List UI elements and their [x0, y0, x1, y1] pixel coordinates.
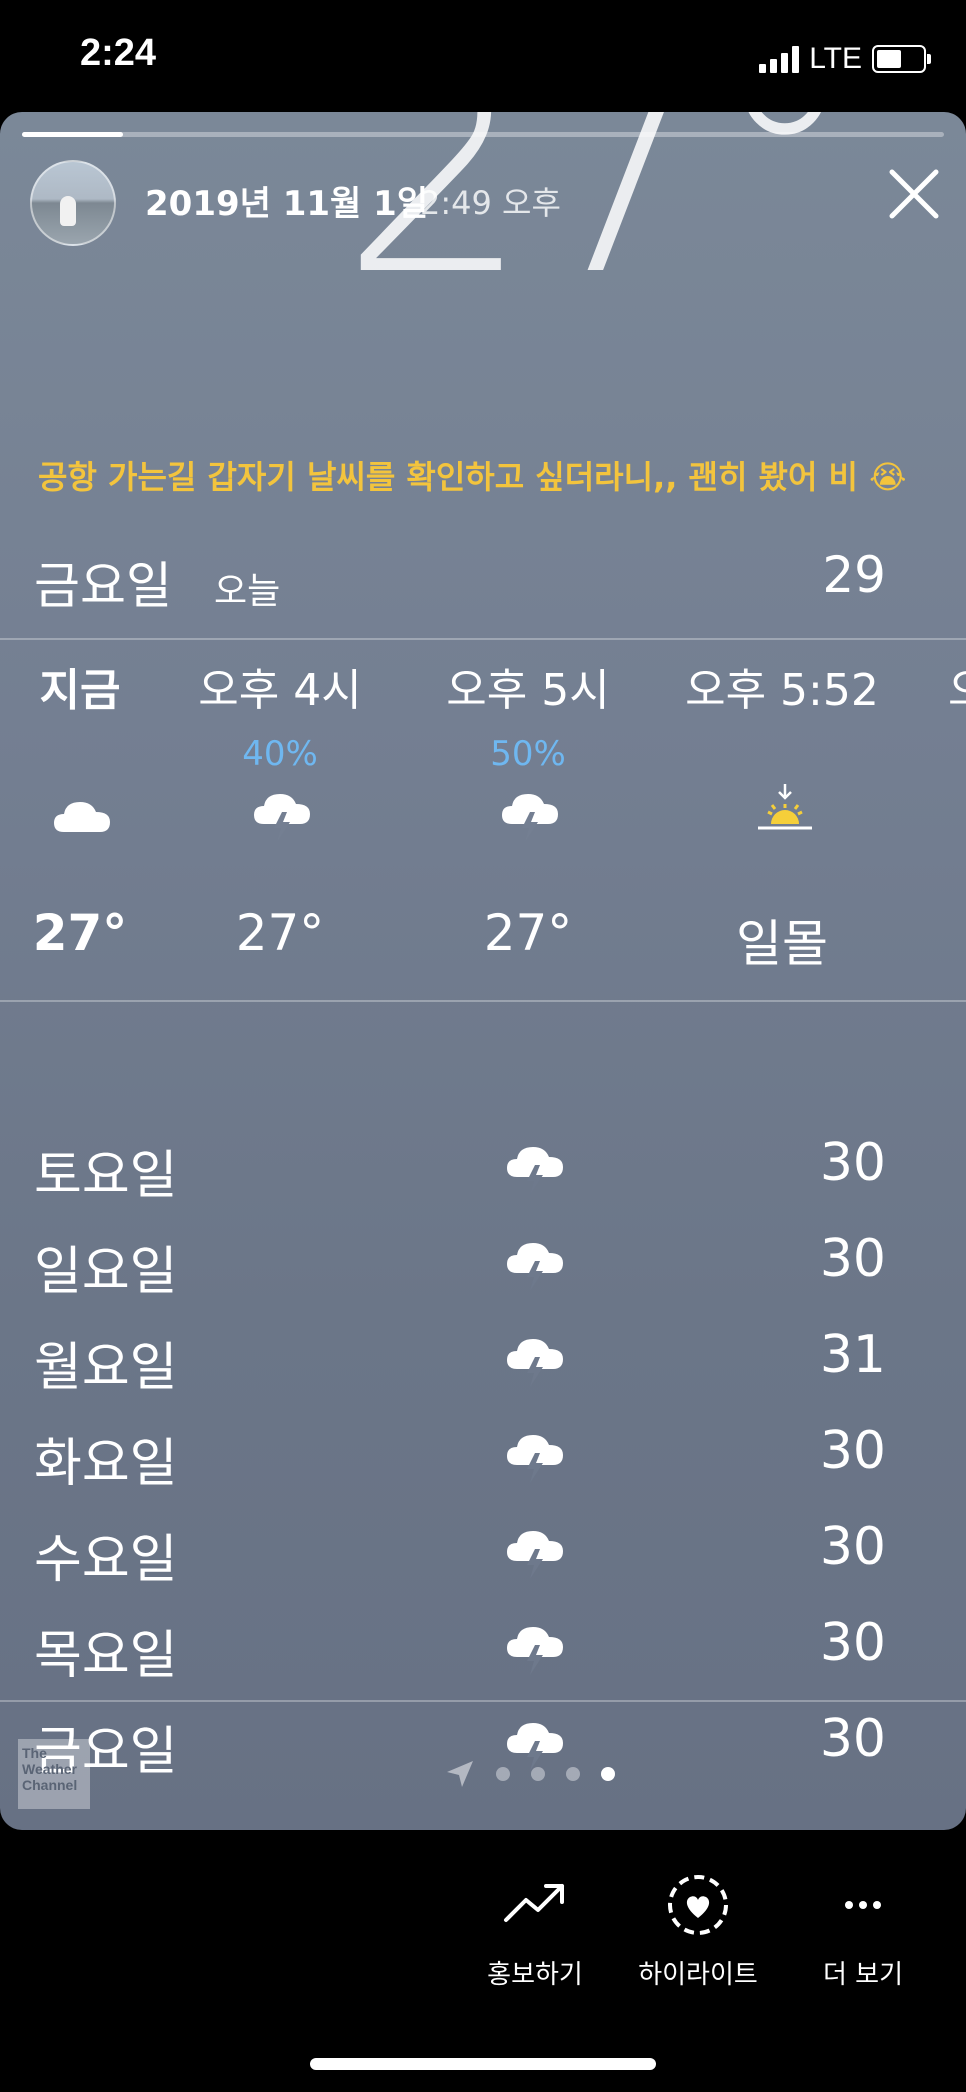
- today-day: 금요일: [34, 557, 172, 615]
- cloud-icon: [54, 802, 110, 832]
- page-dot: [496, 1767, 510, 1781]
- network-type: LTE: [809, 42, 862, 75]
- page-dot: [531, 1767, 545, 1781]
- close-icon[interactable]: [884, 164, 944, 224]
- daily-high: 30: [819, 1133, 886, 1193]
- home-indicator[interactable]: [310, 2058, 656, 2070]
- daily-day: 일요일: [34, 1242, 178, 1302]
- thunderstorm-icon: [507, 1531, 563, 1579]
- weather-footer: The Weather Channel: [0, 1707, 966, 1830]
- highlight-label: 하이라이트: [638, 1960, 758, 1990]
- daily-day: 수요일: [34, 1530, 178, 1590]
- weather-channel-logo[interactable]: The Weather Channel: [18, 1739, 90, 1809]
- page-indicator[interactable]: [445, 1759, 615, 1789]
- daily-high: 30: [819, 1421, 886, 1481]
- thunderstorm-icon: [502, 794, 558, 842]
- story-progress-bar: [22, 132, 944, 137]
- story-time: 2:49 오후: [420, 184, 561, 222]
- daily-day: 월요일: [34, 1338, 178, 1398]
- today-row: 금요일 오늘 29: [0, 532, 966, 632]
- divider: [0, 1700, 966, 1702]
- divider: [0, 1000, 966, 1002]
- sunset-icon: [758, 784, 812, 830]
- trend-up-icon: [504, 1884, 564, 1922]
- hourly-time: 오후 5시: [446, 665, 610, 716]
- signal-icon: [759, 45, 800, 73]
- daily-row: 수요일 30: [0, 1501, 966, 1597]
- more-button[interactable]: 더 보기: [778, 1870, 948, 1991]
- hourly-temp: 27°: [483, 904, 573, 962]
- thunderstorm-icon: [507, 1627, 563, 1675]
- story-date: 2019년 11월 1일: [145, 184, 429, 224]
- daily-high: 31: [819, 1325, 886, 1385]
- location-arrow-icon: [447, 1761, 473, 1787]
- more-label: 더 보기: [822, 1960, 904, 1990]
- thunderstorm-icon: [507, 1147, 563, 1195]
- more-icon: [845, 1901, 881, 1909]
- heart-circle-icon: [668, 1875, 728, 1935]
- status-time: 2:24: [80, 32, 157, 74]
- thunderstorm-icon: [254, 794, 310, 842]
- hourly-time: 오후 5:52: [685, 665, 879, 716]
- precip-probability: 40%: [242, 734, 318, 774]
- daily-row: 일요일 30: [0, 1213, 966, 1309]
- precip-probability: 50%: [490, 734, 566, 774]
- daily-high: 30: [819, 1229, 886, 1289]
- daily-day: 목요일: [34, 1626, 178, 1686]
- page-dot-active: [601, 1767, 615, 1781]
- highlight-button[interactable]: 하이라이트: [613, 1870, 783, 1991]
- story-caption: 공항 가는길 갑자기 날씨를 확인하고 싶더라니,, 괜히 봤어 비 😭: [38, 458, 907, 496]
- story-card[interactable]: 27° 2019년 11월 1일 2:49 오후 공항 가는길 갑자기 날씨를 …: [0, 112, 966, 1830]
- promote-button[interactable]: 홍보하기: [450, 1870, 620, 1991]
- today-label: 오늘: [214, 571, 281, 612]
- battery-icon: [872, 45, 931, 73]
- thunderstorm-icon: [507, 1243, 563, 1291]
- daily-row: 토요일 30: [0, 1117, 966, 1213]
- daily-row: 화요일 30: [0, 1405, 966, 1501]
- hourly-time: 오후 4시: [198, 665, 362, 716]
- promote-label: 홍보하기: [487, 1960, 583, 1990]
- hourly-forecast[interactable]: 지금 27° 오후 4시 40% 27° 오후 5시 50% 27° 오후 5:…: [0, 632, 966, 1112]
- background-temperature: 27°: [340, 112, 860, 341]
- daily-day: 토요일: [34, 1146, 178, 1206]
- today-high: 29: [822, 546, 886, 604]
- status-indicators: LTE: [759, 42, 931, 76]
- thunderstorm-icon: [507, 1435, 563, 1483]
- story-progress-fill: [22, 132, 124, 137]
- page-dot: [566, 1767, 580, 1781]
- hourly-temp: 27°: [235, 904, 325, 962]
- daily-day: 화요일: [34, 1434, 178, 1494]
- daily-high: 30: [819, 1613, 886, 1673]
- hourly-next-clipped: 오: [948, 654, 966, 718]
- daily-high: 30: [819, 1517, 886, 1577]
- daily-row: 월요일 31: [0, 1309, 966, 1405]
- thunderstorm-icon: [507, 1339, 563, 1387]
- avatar[interactable]: [30, 160, 116, 246]
- story-actions: 홍보하기 하이라이트 더 보기: [0, 1870, 966, 2010]
- daily-row: 목요일 30: [0, 1597, 966, 1693]
- sunset-label: 일몰: [736, 915, 828, 973]
